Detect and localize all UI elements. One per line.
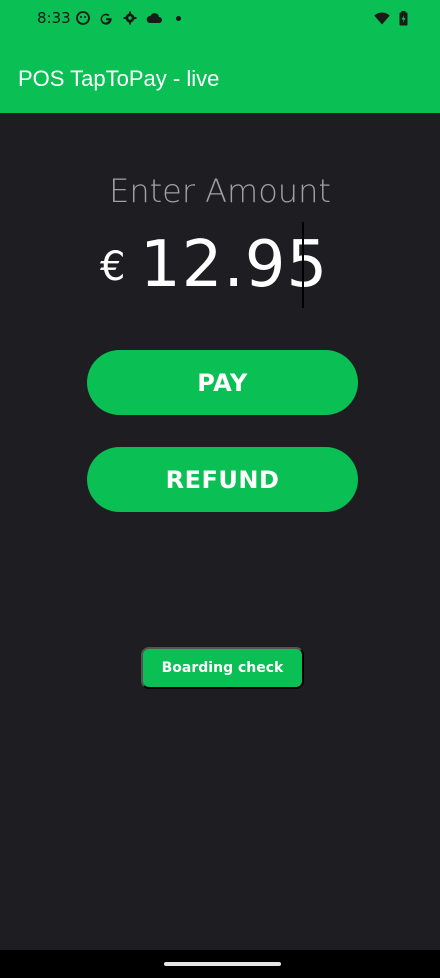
text-cursor xyxy=(302,222,304,308)
dot-icon xyxy=(176,16,181,21)
amount-input[interactable]: 12.95 xyxy=(140,228,328,302)
status-time: 8:33 xyxy=(37,9,71,27)
app-bar: POS TapToPay - live xyxy=(0,36,440,113)
refund-button[interactable]: REFUND xyxy=(87,447,358,512)
cloud-icon xyxy=(146,10,162,26)
enter-amount-label: Enter Amount xyxy=(109,172,331,210)
currency-symbol: € xyxy=(100,244,126,290)
battery-icon xyxy=(395,10,411,26)
face-icon xyxy=(75,10,91,26)
settings-icon xyxy=(122,10,138,26)
app-title: POS TapToPay - live xyxy=(18,66,220,91)
boarding-check-button[interactable]: Boarding check xyxy=(141,647,304,689)
status-bar: 8:33 xyxy=(0,0,440,36)
google-icon xyxy=(98,10,114,26)
wifi-icon xyxy=(374,10,390,26)
pay-button[interactable]: PAY xyxy=(87,350,358,415)
home-gesture-handle[interactable] xyxy=(164,962,281,966)
